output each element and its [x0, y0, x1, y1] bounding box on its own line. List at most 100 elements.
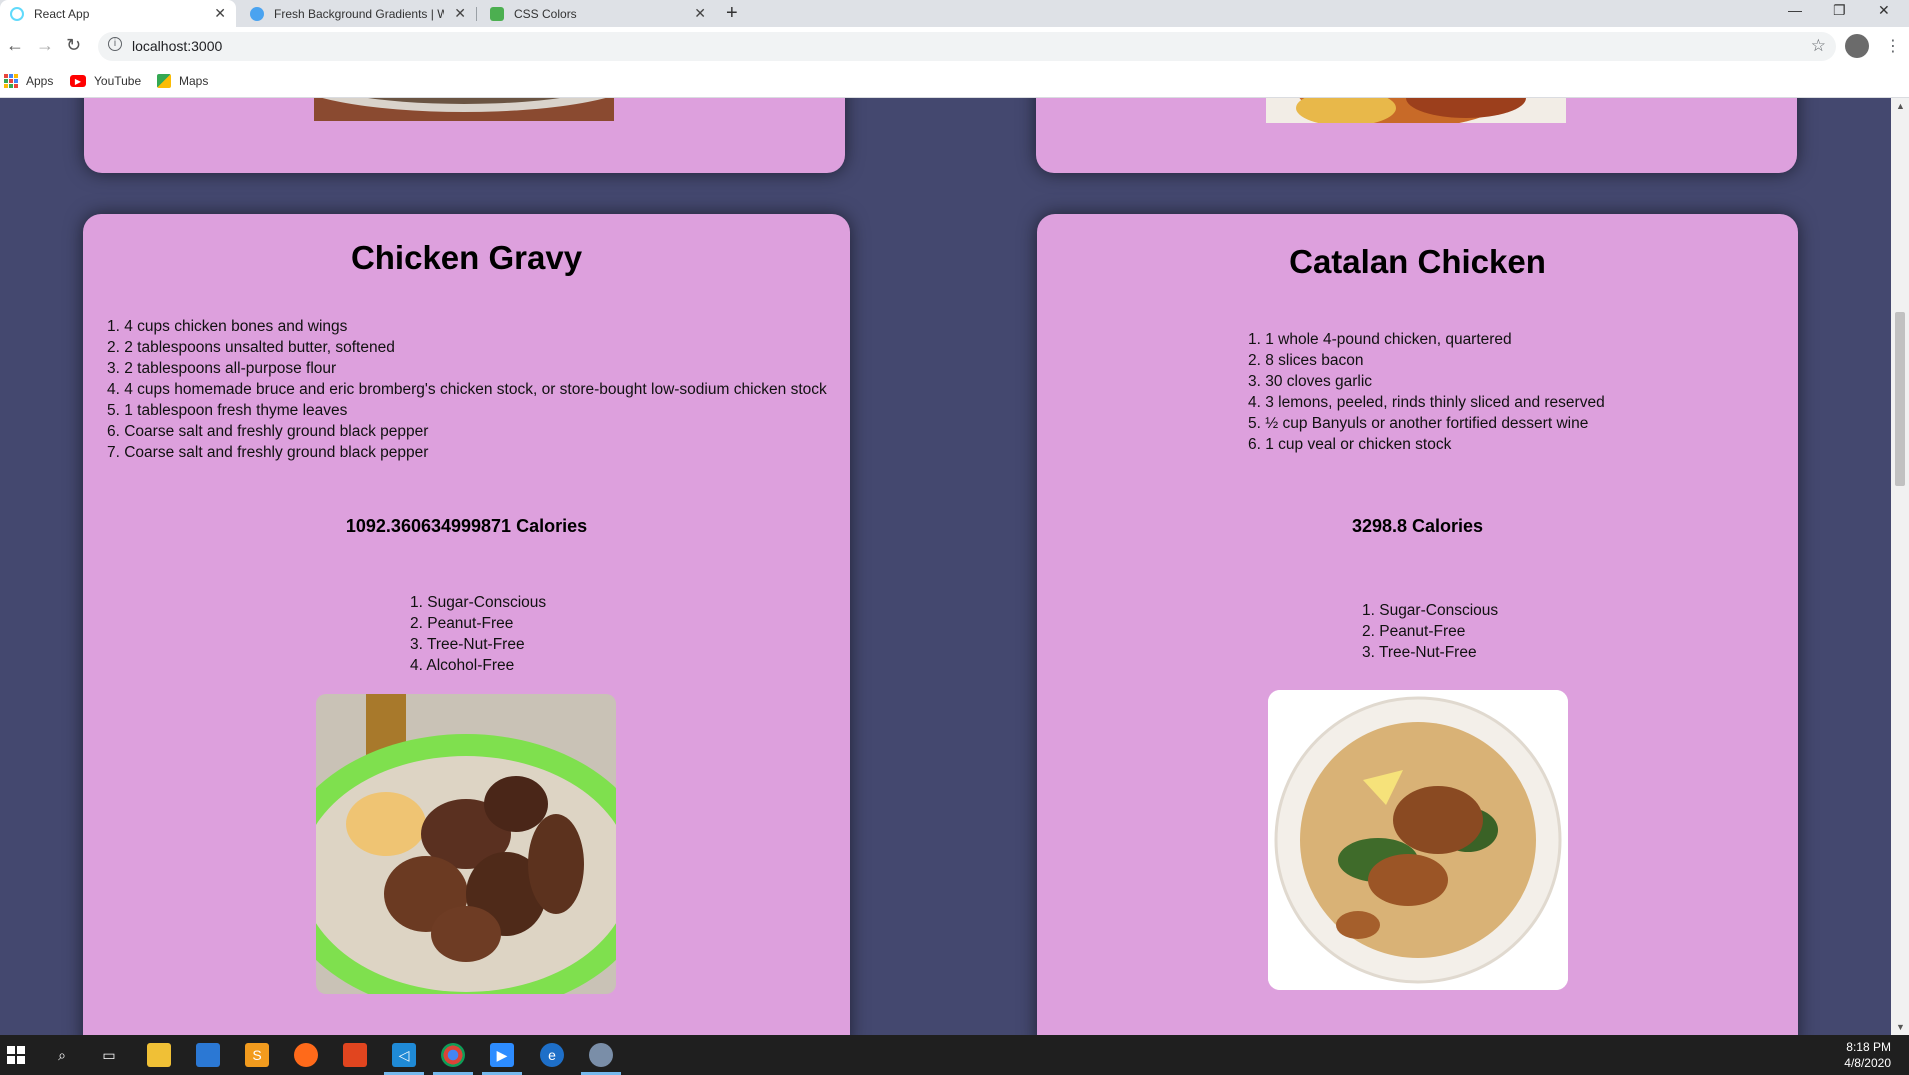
maps-icon	[157, 74, 171, 88]
firefox-icon[interactable]	[294, 1043, 318, 1067]
scrollbar-thumb[interactable]	[1895, 312, 1905, 486]
recipe-card-partial	[1036, 98, 1797, 173]
ingredient-item: 4. 4 cups homemade bruce and eric brombe…	[107, 381, 827, 398]
tab-gradients[interactable]: Fresh Background Gradients | We ✕	[240, 0, 476, 27]
recipe-photo-graphic	[1266, 98, 1566, 123]
catalan-chicken-photo	[1268, 690, 1568, 990]
file-explorer-icon[interactable]	[147, 1043, 171, 1067]
office-icon[interactable]	[343, 1043, 367, 1067]
windows-taskbar: ⌕ ▭ S ◁ ▶ e 8:18 PM 4/8/2020	[0, 1035, 1909, 1075]
calories-label: 1092.360634999871 Calories	[345, 516, 588, 536]
tab-title: CSS Colors	[514, 6, 577, 21]
address-bar-row: ← → ↻ i localhost:3000 ☆	[0, 27, 1909, 66]
bookmark-label: YouTube	[94, 74, 142, 88]
back-icon[interactable]: ←	[6, 35, 24, 56]
scroll-up-arrow-icon[interactable]: ▲	[1896, 101, 1905, 111]
health-label-item: 4. Alcohol-Free	[410, 657, 515, 674]
fried-chicken-photo	[316, 694, 616, 994]
clock-date: 4/8/2020	[1844, 1056, 1891, 1070]
ingredient-item: 3. 30 cloves garlic	[1248, 373, 1373, 390]
minimize-icon[interactable]: —	[1788, 2, 1802, 18]
url-bar[interactable]: i localhost:3000 ☆	[98, 32, 1836, 61]
close-icon[interactable]: ✕	[454, 5, 466, 22]
tab-title: Fresh Background Gradients | We	[274, 6, 444, 21]
url-text[interactable]: localhost:3000	[132, 38, 222, 54]
vertical-scrollbar[interactable]: ▲ ▼	[1891, 98, 1909, 1035]
new-tab-icon[interactable]: +	[726, 2, 738, 25]
clock-time: 8:18 PM	[1846, 1040, 1891, 1054]
bookmark-star-icon[interactable]: ☆	[1811, 36, 1826, 56]
ingredient-item: 7. Coarse salt and freshly ground black …	[107, 444, 429, 461]
tab-react-app[interactable]: React App ✕	[0, 0, 236, 27]
ingredient-item: 1. 1 whole 4-pound chicken, quartered	[1248, 331, 1512, 348]
system-clock[interactable]: 8:18 PM 4/8/2020	[1844, 1039, 1891, 1071]
reload-icon[interactable]: ↻	[66, 35, 81, 56]
health-label-item: 1. Sugar-Conscious	[410, 594, 547, 611]
recipe-image	[314, 98, 614, 121]
more-menu-icon[interactable]: ⋮	[1885, 36, 1901, 56]
recipe-image	[316, 694, 616, 994]
bookmark-youtube[interactable]: ▶ YouTube	[70, 74, 141, 88]
snipping-tool-icon[interactable]	[589, 1043, 613, 1067]
health-label-item: 2. Peanut-Free	[410, 615, 514, 632]
health-labels-list: 1. Sugar-Conscious 2. Peanut-Free 3. Tre…	[1362, 600, 1498, 663]
browser-tab-bar: React App ✕ Fresh Background Gradients |…	[0, 0, 1909, 27]
recipe-image	[1268, 690, 1568, 990]
bookmark-apps[interactable]: Apps	[4, 74, 53, 88]
bookmark-label: Apps	[26, 74, 54, 88]
health-label-item: 2. Peanut-Free	[1362, 623, 1466, 640]
windows-start-icon[interactable]	[4, 1043, 28, 1067]
ingredients-list: 1. 4 cups chicken bones and wings 2. 2 t…	[107, 316, 827, 463]
calories-label: 3298.8 Calories	[1351, 516, 1484, 536]
health-labels-list: 1. Sugar-Conscious 2. Peanut-Free 3. Tre…	[410, 592, 546, 676]
ingredient-item: 6. 1 cup veal or chicken stock	[1248, 436, 1452, 453]
health-label-item: 3. Tree-Nut-Free	[410, 636, 525, 653]
chrome-icon[interactable]	[441, 1043, 465, 1067]
recipe-title: Catalan Chicken	[1289, 243, 1546, 280]
recipe-card: Chicken Gravy 1. 4 cups chicken bones an…	[83, 214, 850, 1035]
zoom-icon[interactable]: ▶	[490, 1043, 514, 1067]
tab-css-colors[interactable]: CSS Colors ✕	[480, 0, 716, 27]
page-viewport: Chicken Gravy 1. 4 cups chicken bones an…	[0, 98, 1891, 1035]
w3schools-icon	[490, 6, 504, 21]
health-label-item: 1. Sugar-Conscious	[1362, 602, 1499, 619]
ingredient-item: 2. 8 slices bacon	[1248, 352, 1364, 369]
profile-avatar[interactable]	[1845, 34, 1869, 58]
tab-divider	[476, 7, 477, 21]
recipe-image	[1266, 98, 1566, 123]
ingredient-item: 5. ½ cup Banyuls or another fortified de…	[1248, 415, 1589, 432]
search-icon[interactable]: ⌕	[50, 1043, 74, 1067]
ingredient-item: 1. 4 cups chicken bones and wings	[107, 318, 348, 335]
ingredient-item: 3. 2 tablespoons all-purpose flour	[107, 360, 337, 377]
close-icon[interactable]: ✕	[214, 5, 226, 22]
tab-title: React App	[34, 6, 90, 21]
bookmark-maps[interactable]: Maps	[157, 74, 208, 88]
ingredients-list: 1. 1 whole 4-pound chicken, quartered 2.…	[1248, 329, 1605, 455]
youtube-icon: ▶	[70, 75, 86, 87]
scroll-down-arrow-icon[interactable]: ▼	[1896, 1022, 1905, 1032]
task-view-icon[interactable]: ▭	[97, 1043, 121, 1067]
window-close-icon[interactable]: ✕	[1878, 2, 1890, 19]
recipe-card-partial	[84, 98, 845, 173]
restore-icon[interactable]: ❐	[1833, 2, 1846, 19]
recipe-title: Chicken Gravy	[350, 239, 583, 276]
sublime-text-icon[interactable]: S	[245, 1043, 269, 1067]
store-icon[interactable]	[196, 1043, 220, 1067]
forward-icon[interactable]: →	[36, 35, 54, 56]
ingredient-item: 5. 1 tablespoon fresh thyme leaves	[107, 402, 348, 419]
bookmark-label: Maps	[179, 74, 209, 88]
health-label-item: 3. Tree-Nut-Free	[1362, 644, 1477, 661]
react-icon	[10, 6, 24, 21]
recipe-card: Catalan Chicken 1. 1 whole 4-pound chick…	[1037, 214, 1798, 1035]
close-icon[interactable]: ✕	[694, 5, 706, 22]
ingredient-item: 6. Coarse salt and freshly ground black …	[107, 423, 429, 440]
apps-grid-icon	[4, 74, 18, 88]
edge-icon[interactable]: e	[540, 1043, 564, 1067]
gradient-site-icon	[250, 6, 264, 21]
bookmarks-bar: Apps ▶ YouTube Maps	[0, 66, 1909, 98]
ingredient-item: 4. 3 lemons, peeled, rinds thinly sliced…	[1248, 394, 1605, 411]
recipe-photo-graphic	[314, 98, 614, 121]
vscode-icon[interactable]: ◁	[392, 1043, 416, 1067]
ingredient-item: 2. 2 tablespoons unsalted butter, soften…	[107, 339, 395, 356]
info-icon[interactable]: i	[108, 37, 122, 51]
